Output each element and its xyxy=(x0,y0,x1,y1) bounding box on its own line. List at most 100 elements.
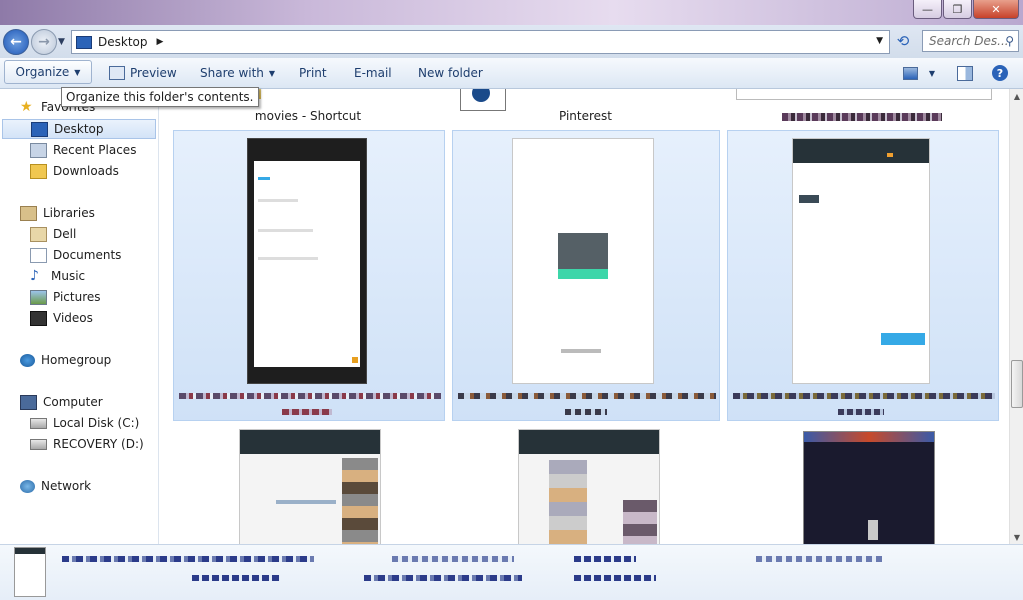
nav-recovery-label: RECOVERY (D:) xyxy=(53,437,144,451)
file-item-screenshot[interactable] xyxy=(518,429,660,544)
file-thumbnail xyxy=(792,138,930,384)
file-item[interactable] xyxy=(726,89,996,124)
help-icon: ? xyxy=(992,65,1008,81)
address-path[interactable]: Desktop xyxy=(98,35,148,49)
email-button[interactable]: E-mail xyxy=(354,64,392,82)
nav-music[interactable]: ♪ Music xyxy=(30,266,85,286)
recent-pages-dropdown[interactable]: ▼ xyxy=(58,37,65,47)
email-label: E-mail xyxy=(354,66,392,80)
nav-local-disk[interactable]: Local Disk (C:) xyxy=(30,413,139,433)
nav-recent-places[interactable]: Recent Places xyxy=(30,140,136,160)
hard-drive-icon xyxy=(30,438,47,450)
maximize-button[interactable]: ❐ xyxy=(943,0,972,19)
file-thumbnail xyxy=(247,138,367,384)
file-item-video[interactable] xyxy=(799,429,937,544)
file-item-screenshot[interactable] xyxy=(173,130,445,421)
file-label: movies - Shortcut xyxy=(254,109,362,123)
refresh-icon: ⟲ xyxy=(896,32,910,50)
nav-local-disk-label: Local Disk (C:) xyxy=(53,416,140,430)
view-options-dropdown[interactable]: ▼ xyxy=(926,64,938,82)
preview-button[interactable]: Preview xyxy=(109,64,177,82)
nav-computer[interactable]: Computer xyxy=(20,392,103,412)
pixelated-file-label xyxy=(782,113,942,121)
star-icon: ★ xyxy=(20,98,33,115)
pixelated-file-label xyxy=(179,393,441,399)
change-view-button[interactable] xyxy=(902,64,918,82)
nav-libraries[interactable]: Libraries xyxy=(20,203,95,223)
command-bar: Organize ▼ Preview Share with ▼ Print E-… xyxy=(0,58,1023,89)
share-with-button[interactable]: Share with ▼ xyxy=(200,64,275,82)
pixelated-file-label xyxy=(458,393,716,399)
address-row: ← → ▼ Desktop ▶ ▼ ⟲ Search Des... ⚲ xyxy=(0,25,1023,58)
address-bar[interactable]: Desktop ▶ ▼ xyxy=(71,30,890,54)
close-button[interactable]: ✕ xyxy=(973,0,1019,19)
title-bar: — ❐ ✕ xyxy=(0,0,1023,25)
new-folder-button[interactable]: New folder xyxy=(418,64,483,82)
pixelated-details-text xyxy=(574,556,636,562)
preview-pane-icon xyxy=(957,65,973,81)
organize-button[interactable]: Organize ▼ xyxy=(4,60,92,84)
file-thumbnail xyxy=(736,89,992,100)
organize-tooltip: Organize this folder's contents. xyxy=(61,87,259,107)
nav-homegroup[interactable]: Homegroup xyxy=(20,350,111,370)
scroll-up-icon[interactable]: ▲ xyxy=(1010,89,1023,103)
nav-recent-label: Recent Places xyxy=(53,143,137,157)
organize-label: Organize xyxy=(15,65,70,79)
library-folder-icon xyxy=(30,226,47,242)
nav-desktop-label: Desktop xyxy=(54,122,104,136)
search-icon[interactable]: ⚲ xyxy=(1005,34,1014,48)
nav-videos[interactable]: Videos xyxy=(30,308,93,328)
pixelated-file-label xyxy=(838,409,884,415)
help-button[interactable]: ? xyxy=(991,64,1009,82)
print-button[interactable]: Print xyxy=(299,64,327,82)
pixelated-file-label xyxy=(282,409,332,415)
hard-drive-icon xyxy=(30,417,47,429)
vertical-scrollbar[interactable]: ▲ ▼ xyxy=(1009,89,1023,544)
file-item-screenshot[interactable] xyxy=(727,130,999,421)
nav-desktop[interactable]: Desktop xyxy=(2,119,156,139)
chevron-down-icon: ▼ xyxy=(268,68,276,78)
forward-button[interactable]: → xyxy=(31,29,57,55)
music-note-icon: ♪ xyxy=(30,267,39,284)
nav-pictures[interactable]: Pictures xyxy=(30,287,101,307)
search-input[interactable]: Search Des... ⚲ xyxy=(922,30,1019,52)
file-item-pinterest[interactable]: Pinterest xyxy=(452,89,719,124)
network-globe-icon xyxy=(20,479,35,493)
address-dropdown-icon[interactable]: ▼ xyxy=(876,36,883,46)
nav-homegroup-label: Homegroup xyxy=(41,353,112,367)
preview-pane-button[interactable] xyxy=(956,64,974,82)
back-arrow-icon: ← xyxy=(10,34,22,50)
refresh-button[interactable]: ⟲ xyxy=(890,30,916,52)
pictures-icon xyxy=(30,289,47,305)
minimize-button[interactable]: — xyxy=(913,0,942,19)
nav-network[interactable]: Network xyxy=(20,476,91,496)
scroll-down-icon[interactable]: ▼ xyxy=(1010,530,1023,544)
details-pane xyxy=(0,544,1023,600)
nav-dell[interactable]: Dell xyxy=(30,224,76,244)
search-placeholder: Search Des... xyxy=(929,34,1009,48)
file-thumbnail xyxy=(512,138,654,384)
file-item-screenshot[interactable] xyxy=(239,429,381,544)
chevron-down-icon: ▼ xyxy=(74,67,81,77)
nav-recovery[interactable]: RECOVERY (D:) xyxy=(30,434,144,454)
nav-pictures-label: Pictures xyxy=(53,290,101,304)
nav-documents-label: Documents xyxy=(53,248,122,262)
pixelated-details-text xyxy=(392,556,514,562)
file-view: movies - Shortcut Pinterest xyxy=(159,89,1009,544)
nav-dell-label: Dell xyxy=(53,227,77,241)
nav-network-label: Network xyxy=(41,479,92,493)
pixelated-details-text xyxy=(62,556,314,562)
nav-downloads[interactable]: Downloads xyxy=(30,161,119,181)
file-item-screenshot[interactable] xyxy=(452,130,720,421)
back-button[interactable]: ← xyxy=(3,29,29,55)
details-thumbnail xyxy=(14,547,46,597)
nav-documents[interactable]: Documents xyxy=(30,245,121,265)
desktop-icon xyxy=(31,121,48,137)
downloads-folder-icon xyxy=(30,163,47,179)
preview-icon xyxy=(109,66,125,80)
forward-arrow-icon: → xyxy=(38,34,50,50)
scrollbar-thumb[interactable] xyxy=(1011,360,1023,408)
file-thumbnail xyxy=(518,429,660,544)
print-label: Print xyxy=(299,66,327,80)
breadcrumb-chevron-icon[interactable]: ▶ xyxy=(157,37,164,47)
